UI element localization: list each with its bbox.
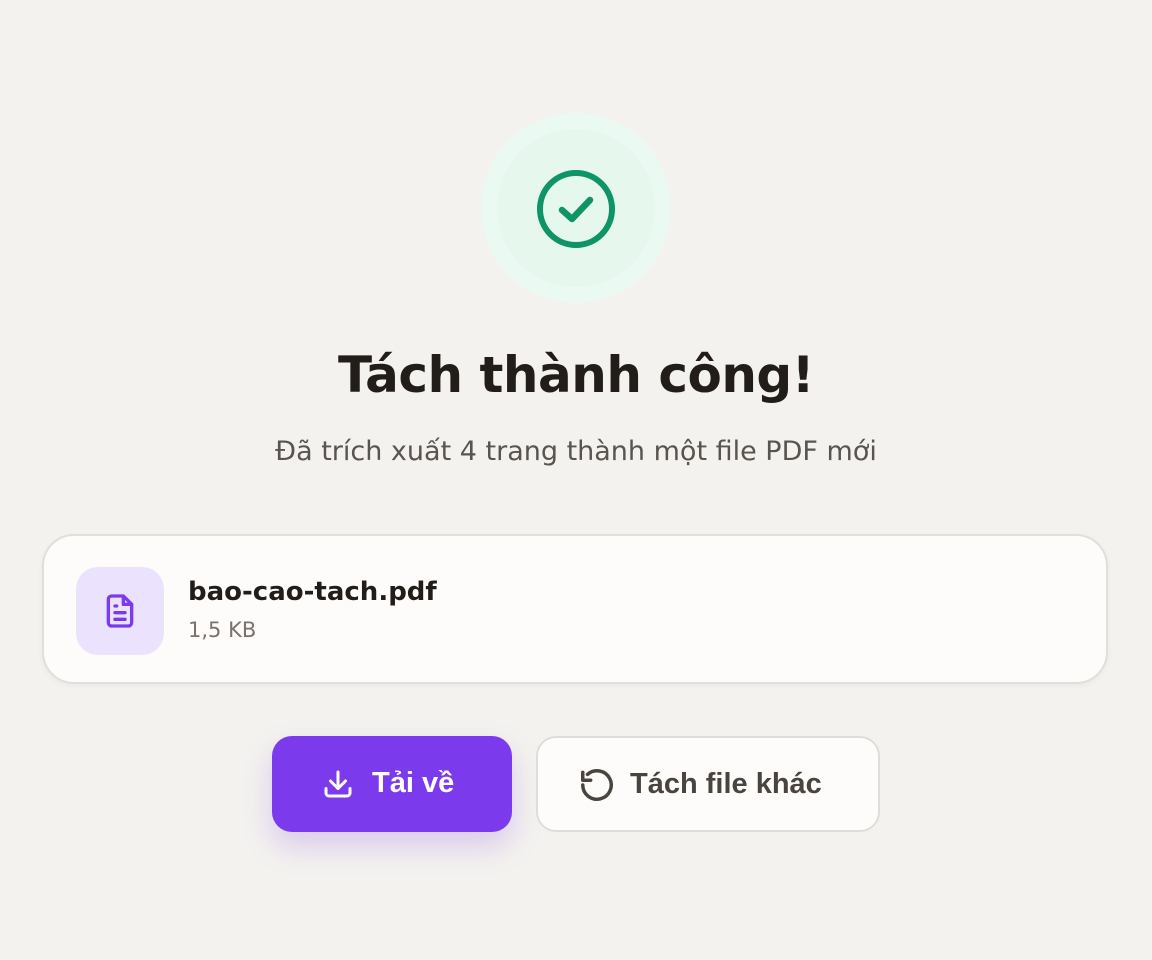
result-file-card: bao-cao-tach.pdf 1,5 KB xyxy=(42,534,1108,684)
page-title: Tách thành công! xyxy=(337,346,815,404)
file-size: 1,5 KB xyxy=(188,618,257,642)
split-another-file-button[interactable]: Tách file khác xyxy=(536,736,880,832)
result-description: Đã trích xuất 4 trang thành một file PDF… xyxy=(275,436,877,467)
split-result-page: Tách thành công! Đã trích xuất 4 trang t… xyxy=(0,0,1152,960)
document-icon xyxy=(106,594,134,628)
download-button-label: Tải về xyxy=(372,767,455,799)
rotate-ccw-icon xyxy=(581,769,613,801)
file-thumbnail xyxy=(76,567,164,655)
split-another-file-label: Tách file khác xyxy=(630,768,822,800)
download-button[interactable]: Tải về xyxy=(272,736,512,832)
file-name: bao-cao-tach.pdf xyxy=(188,577,437,607)
download-icon xyxy=(324,770,352,798)
check-circle-icon xyxy=(537,170,615,248)
